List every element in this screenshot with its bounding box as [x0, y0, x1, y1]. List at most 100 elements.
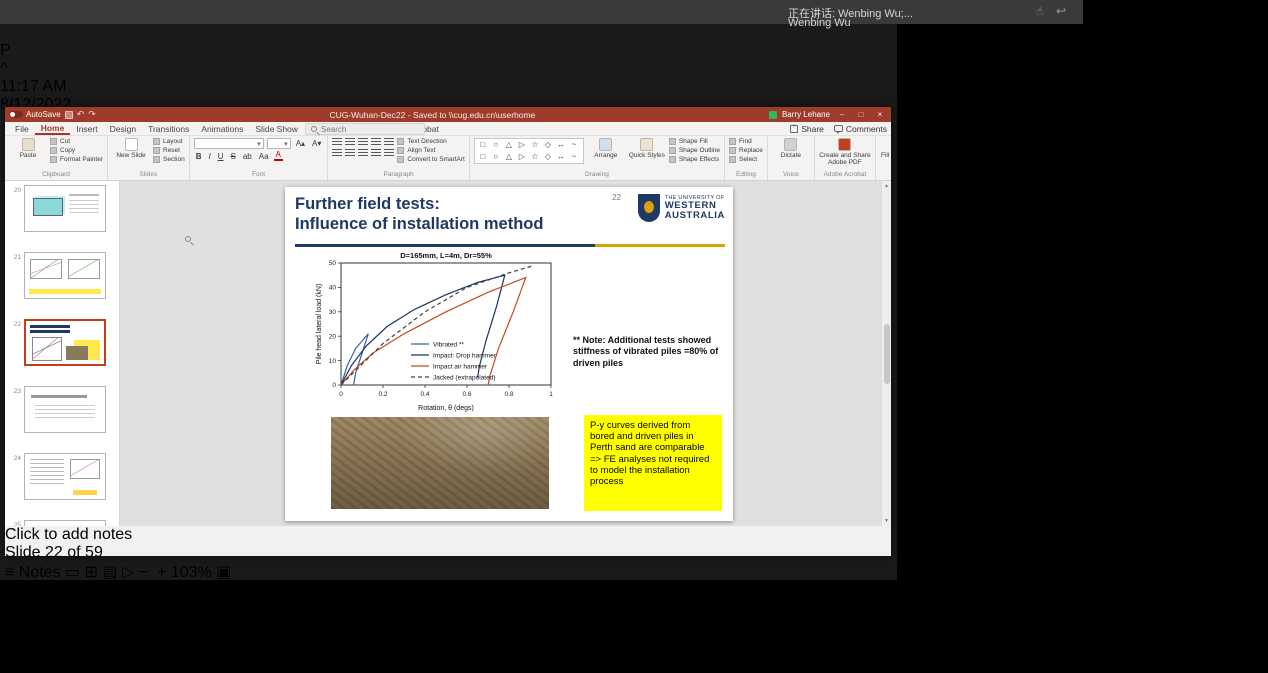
text-shadow-button[interactable]: ab	[241, 152, 254, 161]
text-direction-button[interactable]: Text Direction	[397, 138, 464, 145]
slide-thumbnail-21[interactable]	[24, 252, 106, 299]
find-button[interactable]: Find	[729, 138, 763, 145]
format-painter-button[interactable]: Format Painter	[50, 156, 103, 163]
minimize-button[interactable]: –	[835, 110, 849, 119]
share-button[interactable]: Share	[790, 124, 824, 134]
notes-toggle[interactable]: ≡ Notes	[5, 564, 61, 581]
align-left-icon[interactable]	[332, 149, 342, 158]
bold-button[interactable]: B	[194, 152, 204, 161]
shape-icon-4[interactable]: ☆	[529, 140, 541, 151]
redo-icon[interactable]: ↷	[88, 109, 96, 120]
tray-up-arrow-icon[interactable]: ^	[0, 60, 8, 77]
member-row[interactable]: 21硕-工岩二班-刘金阳	[0, 655, 1268, 673]
menu-tab-transitions[interactable]: Transitions	[142, 122, 195, 135]
create-share-pdf-button[interactable]: Create and Share Adobe PDF	[819, 138, 871, 167]
normal-view-icon[interactable]: ▭	[65, 564, 80, 581]
maximize-button[interactable]: □	[854, 110, 868, 119]
decrease-font-icon[interactable]: A▾	[310, 139, 323, 148]
comments-button[interactable]: Comments	[834, 124, 887, 134]
cut-button[interactable]: Cut	[50, 138, 103, 145]
shape-icon-9[interactable]: ○	[490, 152, 502, 163]
slide-canvas[interactable]: 22 Further field tests: Influence of ins…	[285, 187, 733, 521]
scroll-up-icon[interactable]: ▲	[884, 183, 889, 189]
slide-thumbnail-20[interactable]	[24, 185, 106, 232]
paste-button[interactable]: Paste	[9, 138, 47, 159]
menu-tab-animations[interactable]: Animations	[195, 122, 249, 135]
menu-tab-slide-show[interactable]: Slide Show	[249, 122, 304, 135]
menu-tab-home[interactable]: Home	[35, 122, 71, 135]
participant-tile-wenbing[interactable]: Wenbing Wu	[788, 5, 851, 29]
numbering-icon[interactable]	[345, 138, 355, 147]
member-row[interactable]: 21硕-工岩二班-陈心	[0, 631, 1268, 655]
menu-tab-insert[interactable]: Insert	[70, 122, 103, 135]
shape-effects-button[interactable]: Shape Effects	[669, 156, 720, 163]
shape-icon-0[interactable]: □	[477, 140, 489, 151]
increase-font-icon[interactable]: A▴	[294, 139, 307, 148]
indent-decrease-icon[interactable]	[358, 138, 368, 147]
justify-icon[interactable]	[371, 149, 381, 158]
align-right-icon[interactable]	[358, 149, 368, 158]
quick-styles-button[interactable]: Quick Styles	[628, 138, 666, 159]
indent-increase-icon[interactable]	[371, 138, 381, 147]
member-row[interactable]: 21硕-安全一班-刘薇	[0, 583, 1268, 607]
dictate-button[interactable]: Dictate	[772, 138, 810, 159]
slide-thumbnail-23[interactable]	[24, 386, 106, 433]
strikethrough-button[interactable]: S	[228, 152, 237, 161]
shape-outline-button[interactable]: Shape Outline	[669, 147, 720, 154]
menu-tab-design[interactable]: Design	[104, 122, 142, 135]
shape-icon-6[interactable]: ↔	[555, 140, 567, 151]
save-icon[interactable]	[65, 111, 73, 119]
section-button[interactable]: Section	[153, 156, 185, 163]
shape-fill-button[interactable]: Shape Fill	[669, 138, 720, 145]
slide-sorter-icon[interactable]: ⊞	[85, 564, 98, 581]
fill-sign-button[interactable]: Fill and Sign	[880, 138, 891, 159]
fit-slide-icon[interactable]: ▣	[216, 564, 231, 581]
font-size-select[interactable]: ▾	[267, 138, 291, 149]
shape-icon-3[interactable]: ▷	[516, 140, 528, 151]
copy-button[interactable]: Copy	[50, 147, 103, 154]
reading-view-icon[interactable]: ▤	[102, 564, 117, 581]
share-control-icon[interactable]: ↩	[1056, 4, 1066, 18]
line-spacing-icon[interactable]	[384, 138, 394, 147]
raise-hand-icon[interactable]: ☝	[1036, 4, 1043, 18]
autosave-toggle[interactable]: AutoSave	[9, 110, 61, 119]
shape-icon-5[interactable]: ◇	[542, 140, 554, 151]
underline-button[interactable]: U	[216, 152, 226, 161]
shape-icon-1[interactable]: ○	[490, 140, 502, 151]
shape-icon-8[interactable]: □	[477, 152, 489, 163]
close-button[interactable]: ×	[873, 110, 887, 119]
taskbar-app-powerpoint[interactable]: P	[0, 42, 11, 59]
shape-icon-2[interactable]: △	[503, 140, 515, 151]
edit-scrollbar[interactable]: ▲▼	[881, 181, 891, 526]
align-text-button[interactable]: Align Text	[397, 147, 464, 154]
undo-icon[interactable]: ↶	[77, 109, 85, 120]
arrange-button[interactable]: Arrange	[587, 138, 625, 159]
change-case-button[interactable]: Aa	[257, 152, 271, 161]
italic-button[interactable]: I	[206, 152, 212, 161]
scroll-thumb[interactable]	[884, 324, 890, 384]
shape-icon-13[interactable]: ◇	[542, 152, 554, 163]
zoom-in-icon[interactable]: +	[157, 564, 166, 581]
reset-button[interactable]: Reset	[153, 147, 185, 154]
bullets-icon[interactable]	[332, 138, 342, 147]
ppt-search[interactable]: Search	[305, 123, 425, 135]
font-color-button[interactable]: A	[274, 151, 283, 161]
zoom-out-icon[interactable]: −	[139, 564, 148, 581]
slideshow-icon[interactable]: ▷	[122, 564, 134, 581]
shape-icon-11[interactable]: ▷	[516, 152, 528, 163]
shape-icon-10[interactable]: △	[503, 152, 515, 163]
scroll-down-icon[interactable]: ▼	[884, 518, 889, 524]
align-center-icon[interactable]	[345, 149, 355, 158]
select-button[interactable]: Select	[729, 156, 763, 163]
member-row[interactable]: 21硕-地空2班-尤安琪	[0, 607, 1268, 631]
layout-button[interactable]: Layout	[153, 138, 185, 145]
smartart-button[interactable]: Convert to SmartArt	[397, 156, 464, 163]
new-slide-button[interactable]: New Slide	[112, 138, 150, 159]
replace-button[interactable]: Replace	[729, 147, 763, 154]
font-name-select[interactable]: ▾	[194, 138, 264, 149]
shapes-gallery[interactable]: □○△▷☆◇↔~□○△▷☆◇↔~	[474, 138, 584, 164]
shape-icon-15[interactable]: ~	[568, 152, 580, 163]
shape-icon-12[interactable]: ☆	[529, 152, 541, 163]
columns-icon[interactable]	[384, 149, 394, 158]
notes-pane[interactable]: Click to add notes	[5, 526, 891, 544]
